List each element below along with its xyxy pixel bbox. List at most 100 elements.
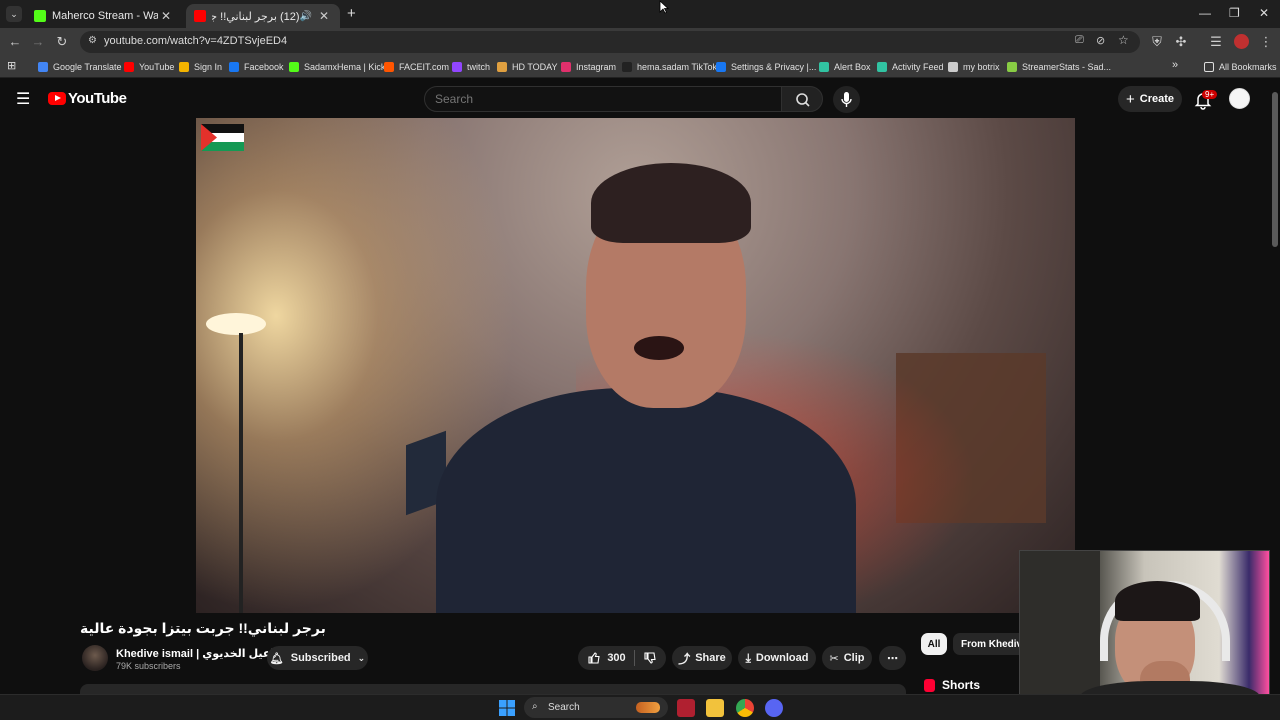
back-icon[interactable]: ←	[6, 33, 24, 51]
bookmark-label: Settings & Privacy |...	[731, 62, 817, 72]
close-window-icon[interactable]: ✕	[1259, 6, 1269, 20]
video-player[interactable]	[196, 118, 1075, 613]
bookmark-label: twitch	[467, 62, 491, 72]
site-info-icon[interactable]: ⚙	[88, 35, 97, 46]
chrome-icon[interactable]	[736, 699, 754, 717]
restore-icon[interactable]: ❐	[1229, 6, 1240, 20]
url-text: youtube.com/watch?v=4ZDTSvjeED4	[104, 35, 288, 47]
clip-label: Clip	[843, 652, 865, 664]
youtube-logo-text[interactable]: YouTube	[68, 90, 127, 107]
all-bookmarks[interactable]: All Bookmarks	[1204, 60, 1277, 74]
search-icon: ⌕	[532, 701, 538, 712]
search-input[interactable]	[425, 87, 781, 111]
description-box[interactable]	[80, 684, 906, 694]
browser-tab-youtube[interactable]: (12) برجر لبناني!! جربت بيتزا ... 🔊 ✕	[186, 4, 340, 28]
bookmark-label: my botrix	[963, 62, 1000, 72]
share-button[interactable]: ⤴ Share	[672, 646, 732, 670]
discord-icon[interactable]	[765, 699, 783, 717]
chip-all[interactable]: All	[921, 633, 947, 655]
bookmark-favicon-icon	[622, 62, 632, 72]
bookmark-item[interactable]: Settings & Privacy |...	[716, 60, 816, 74]
extensions-puzzle-icon[interactable]: ✣	[1172, 33, 1190, 51]
subscriber-count: 79K subscribers	[116, 661, 181, 671]
speaker-icon[interactable]: 🔊	[300, 11, 312, 22]
mouse-cursor-icon	[659, 0, 669, 14]
bookmark-item[interactable]: twitch	[452, 60, 490, 74]
taskbar-app-icon[interactable]	[677, 699, 695, 717]
reload-icon[interactable]: ↻	[53, 33, 71, 51]
like-button[interactable]: 300	[587, 651, 626, 665]
thumbs-down-icon	[644, 652, 656, 664]
windows-taskbar: ⌕ Search	[0, 694, 1280, 720]
hamburger-menu-icon[interactable]: ☰	[16, 89, 30, 109]
bookmark-label: FACEIT.com	[399, 62, 450, 72]
menu-kebab-icon[interactable]: ⋮	[1257, 33, 1275, 51]
media-controls-icon[interactable]: ☰	[1207, 33, 1225, 51]
bookmark-item[interactable]: FACEIT.com	[384, 60, 449, 74]
taskbar-search-label: Search	[548, 702, 580, 713]
all-bookmarks-label: All Bookmarks	[1219, 62, 1277, 72]
bookmark-label: YouTube	[139, 62, 175, 72]
bookmark-item[interactable]: StreamerStats - Sad...	[1007, 60, 1111, 74]
bookmark-item[interactable]: Alert Box	[819, 60, 871, 74]
eye-off-icon[interactable]: ⊘	[1096, 34, 1105, 47]
taskbar-search[interactable]: ⌕ Search	[524, 697, 668, 718]
bookmarks-overflow-icon[interactable]: »	[1172, 59, 1178, 71]
bookmark-label: SadamxHema | Kick	[304, 62, 386, 72]
bookmark-label: Alert Box	[834, 62, 871, 72]
tab-search-icon[interactable]: ⌄	[6, 6, 22, 22]
file-explorer-icon[interactable]	[706, 699, 724, 717]
close-tab-icon[interactable]: ✕	[316, 9, 332, 23]
apps-grid-icon[interactable]: ⊞	[7, 59, 16, 72]
clip-button[interactable]: ✂ Clip	[822, 646, 872, 670]
more-actions-button[interactable]: ⋯	[879, 646, 906, 670]
profile-avatar[interactable]	[1234, 34, 1249, 49]
bookmark-item[interactable]: Sign In	[179, 60, 222, 74]
bookmarks-bar: ⊞ Google Translate YouTube Sign In Facebook…	[0, 56, 1280, 78]
channel-avatar[interactable]	[82, 645, 108, 671]
bookmark-item[interactable]: Activity Feed	[877, 60, 944, 74]
forward-icon[interactable]: →	[29, 33, 47, 51]
share-arrow-icon: ⤴	[678, 651, 691, 666]
create-button[interactable]: + Create	[1118, 86, 1182, 112]
cast-icon[interactable]: ⎚	[1075, 34, 1084, 47]
bookmark-item[interactable]: Facebook	[229, 60, 284, 74]
youtube-logo-icon[interactable]	[48, 92, 66, 105]
bookmark-item[interactable]: Google Translate	[38, 60, 122, 74]
address-bar[interactable]: ⚙ youtube.com/watch?v=4ZDTSvjeED4 ⎚ ⊘ ☆	[80, 31, 1140, 53]
close-tab-icon[interactable]: ✕	[158, 9, 174, 23]
bookmark-item[interactable]: HD TODAY	[497, 60, 558, 74]
windows-start-icon[interactable]	[498, 699, 516, 717]
bookmark-item[interactable]: hema.sadam TikTok	[622, 60, 717, 74]
bookmark-item[interactable]: YouTube	[124, 60, 174, 74]
bookmark-item[interactable]: Instagram	[561, 60, 616, 74]
search-button[interactable]	[781, 86, 823, 112]
plus-icon: +	[1125, 90, 1135, 108]
bookmark-favicon-icon	[289, 62, 299, 72]
like-count: 300	[607, 652, 626, 664]
webcam-door	[1020, 551, 1100, 709]
bookmark-item[interactable]: my botrix	[948, 60, 1000, 74]
extension-icon[interactable]: ⛨	[1148, 33, 1166, 51]
star-icon[interactable]: ☆	[1118, 33, 1129, 47]
bookmark-favicon-icon	[124, 62, 134, 72]
voice-search-button[interactable]	[833, 86, 860, 113]
kick-icon	[34, 10, 46, 22]
divider	[633, 650, 635, 666]
download-button[interactable]: ⤓ Download	[738, 646, 816, 670]
browser-tab-maherco[interactable]: Maherco Stream - Watch Live o ✕	[26, 4, 182, 28]
account-avatar[interactable]	[1229, 88, 1250, 109]
scrollbar-thumb[interactable]	[1272, 92, 1278, 247]
bookmark-item[interactable]: SadamxHema | Kick	[289, 60, 385, 74]
dislike-button[interactable]	[643, 651, 657, 665]
subscribed-button[interactable]: 🔔︎ Subscribed ⌄	[267, 646, 368, 670]
streamer-webcam-overlay	[1019, 550, 1270, 710]
search-box[interactable]	[424, 86, 782, 112]
video-person-hair	[591, 163, 751, 243]
new-tab-button[interactable]: +	[347, 5, 356, 22]
share-label: Share	[695, 652, 726, 664]
bell-icon: 🔔︎	[269, 652, 284, 665]
download-icon: ⤓	[745, 650, 751, 665]
chip-from-channel[interactable]: From Khedive	[953, 633, 1019, 655]
minimize-icon[interactable]: —	[1199, 6, 1211, 20]
